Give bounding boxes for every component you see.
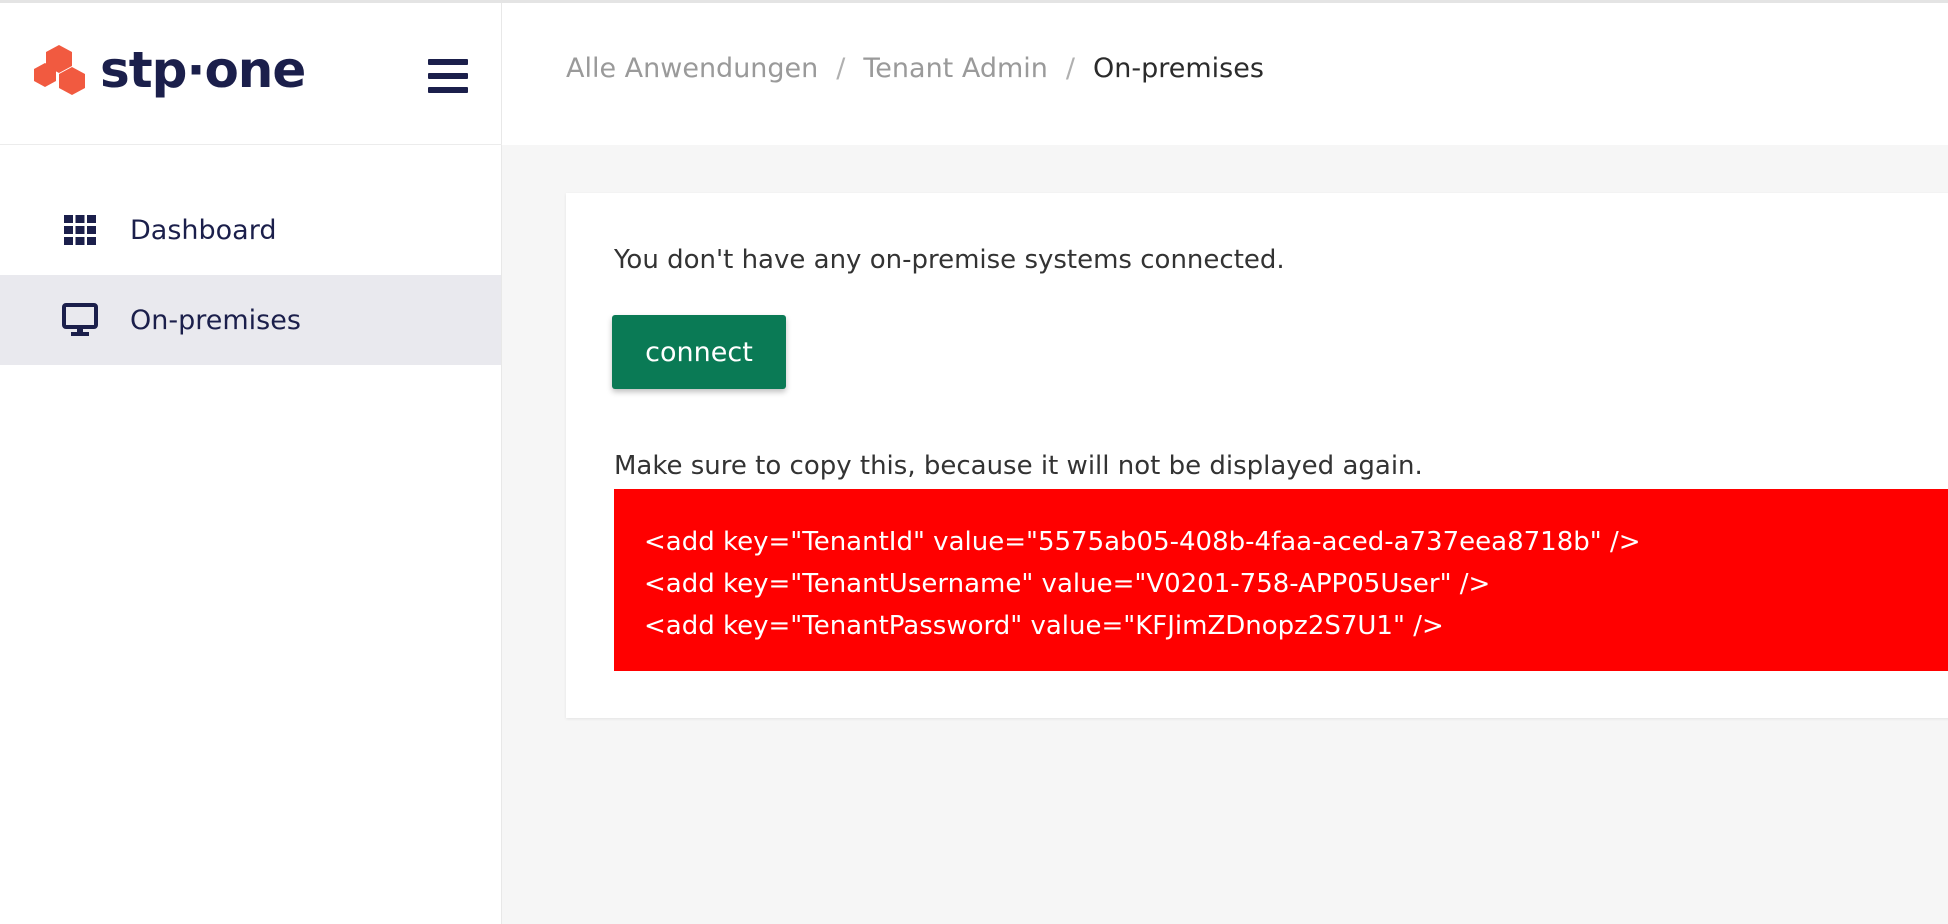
sidebar-item-on-premises[interactable]: On-premises: [0, 275, 501, 365]
breadcrumb-tenant-admin[interactable]: Tenant Admin: [863, 53, 1048, 84]
app-root: stp·one Dashboard On-premises Alle Anwen…: [0, 0, 1948, 924]
sidebar-item-label: Dashboard: [130, 214, 277, 246]
config-line-tenant-password: <add key="TenantPassword" value="KFJimZD…: [644, 611, 1444, 641]
main-content: You don't have any on-premise systems co…: [502, 145, 1948, 924]
menu-line: [428, 73, 468, 79]
stp-one-logo[interactable]: stp·one: [32, 41, 306, 99]
breadcrumb-separator: /: [836, 53, 846, 84]
sidebar-nav: Dashboard On-premises: [0, 185, 501, 365]
config-line-tenant-username: <add key="TenantUsername" value="V0201-7…: [644, 569, 1491, 599]
menu-toggle-icon[interactable]: [428, 59, 468, 93]
copy-warning: Make sure to copy this, because it will …: [614, 451, 1423, 481]
config-line-tenant-id: <add key="TenantId" value="5575ab05-408b…: [644, 527, 1641, 557]
menu-line: [428, 59, 468, 65]
logo-mark-icon: [34, 45, 85, 95]
top-header: Alle Anwendungen / Tenant Admin / On-pre…: [502, 3, 1948, 145]
breadcrumb-alle-anwendungen[interactable]: Alle Anwendungen: [566, 53, 818, 84]
menu-line: [428, 87, 468, 93]
monitor-icon: [62, 302, 98, 338]
on-premises-card: You don't have any on-premise systems co…: [566, 193, 1948, 718]
breadcrumb-separator: /: [1065, 53, 1076, 84]
brand-bar: stp·one: [0, 3, 502, 145]
sidebar: stp·one Dashboard On-premises: [0, 3, 502, 924]
connect-button[interactable]: connect: [612, 315, 786, 389]
sidebar-item-label: On-premises: [130, 304, 301, 336]
grid-icon: [62, 212, 98, 248]
breadcrumb-current: On-premises: [1093, 53, 1264, 84]
sidebar-item-dashboard[interactable]: Dashboard: [0, 185, 501, 275]
no-systems-message: You don't have any on-premise systems co…: [614, 245, 1285, 275]
breadcrumb: Alle Anwendungen / Tenant Admin / On-pre…: [566, 53, 1264, 84]
logo-text: stp·one: [100, 41, 306, 99]
tenant-config-box[interactable]: <add key="TenantId" value="5575ab05-408b…: [614, 489, 1948, 671]
